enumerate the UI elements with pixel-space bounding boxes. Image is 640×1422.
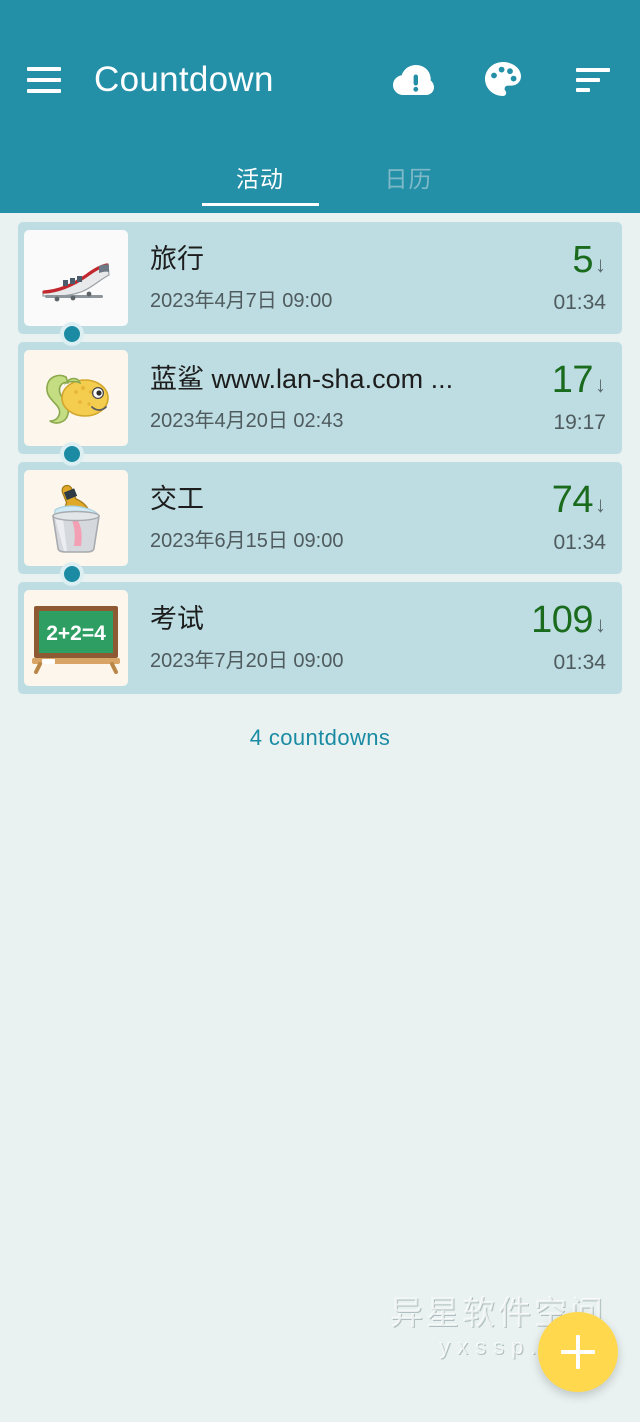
arrow-down-icon: ↓	[595, 492, 606, 517]
countdown-datetime: 2023年4月20日 02:43	[150, 410, 344, 433]
countdown-count-label: 4 countdowns	[249, 725, 391, 750]
countdown-days: 17	[551, 359, 594, 401]
champagne-bucket-emoji	[24, 470, 128, 566]
sort-bar	[576, 78, 600, 82]
countdown-time: 01:34	[553, 291, 606, 314]
countdown-list: 旅行 2023年4月7日 09:00 5 ↓ 01:34 蓝鲨 www.lan-…	[0, 213, 640, 751]
hamburger-menu-icon[interactable]	[20, 56, 68, 104]
arrow-down-icon: ↓	[595, 252, 606, 277]
countdown-list-item[interactable]: 旅行 2023年4月7日 09:00 5 ↓ 01:34	[18, 222, 622, 346]
timeline-dot	[60, 442, 84, 466]
countdown-remaining: 109 ↓ 01:34	[526, 601, 622, 675]
countdown-remaining: 17 ↓ 19:17	[526, 361, 622, 435]
palette-icon[interactable]	[478, 55, 528, 105]
countdown-datetime: 2023年4月7日 09:00	[150, 290, 333, 313]
plus-icon	[561, 1335, 595, 1369]
countdown-text-block: 交工 2023年6月15日 09:00	[128, 483, 526, 554]
countdown-days: 109	[531, 599, 593, 641]
countdown-title: 考试	[150, 603, 204, 634]
countdown-title: 交工	[150, 483, 204, 514]
countdown-text-block: 旅行 2023年4月7日 09:00	[128, 243, 526, 314]
countdown-datetime: 2023年7月20日 09:00	[150, 650, 344, 673]
countdown-text-block: 考试 2023年7月20日 09:00	[128, 603, 526, 674]
countdown-time: 01:34	[553, 531, 606, 554]
blackboard-emoji: 2+2=4	[24, 590, 128, 686]
countdown-text-block: 蓝鲨 www.lan-sha.com ... 2023年4月20日 02:43	[128, 363, 526, 434]
app-bar: Countdown 活动 日历	[0, 0, 640, 213]
app-bar-top-row: Countdown	[0, 0, 640, 160]
timeline-dot	[60, 562, 84, 586]
sort-icon[interactable]	[568, 55, 618, 105]
countdown-datetime: 2023年6月15日 09:00	[150, 530, 344, 553]
timeline-dot	[60, 322, 84, 346]
sort-bar	[576, 88, 590, 92]
tab-events[interactable]: 活动	[201, 160, 319, 206]
hamburger-bar	[27, 89, 61, 93]
tropical-fish-emoji	[24, 350, 128, 446]
tab-calendar[interactable]: 日历	[379, 160, 439, 206]
countdown-list-item[interactable]: 2+2=4 考试 2023年7月20日 09:00 109 ↓ 01:34	[18, 582, 622, 694]
app-bar-actions	[388, 55, 626, 105]
add-countdown-button[interactable]	[538, 1312, 618, 1392]
arrow-down-icon: ↓	[595, 612, 606, 637]
countdown-list-item[interactable]: 蓝鲨 www.lan-sha.com ... 2023年4月20日 02:43 …	[18, 342, 622, 466]
countdown-list-item[interactable]: 交工 2023年6月15日 09:00 74 ↓ 01:34	[18, 462, 622, 586]
arrow-down-icon: ↓	[595, 372, 606, 397]
page-title: Countdown	[94, 60, 274, 99]
sort-bar	[576, 68, 610, 72]
countdown-days: 5	[572, 239, 593, 281]
tab-bar: 活动 日历	[0, 160, 640, 213]
countdown-title: 旅行	[150, 243, 204, 274]
svg-text:2+2=4: 2+2=4	[46, 622, 106, 645]
countdown-days: 74	[551, 479, 594, 521]
countdown-time: 19:17	[553, 411, 606, 434]
countdown-remaining: 5 ↓ 01:34	[526, 241, 622, 315]
bullet-train-emoji	[24, 230, 128, 326]
hamburger-bar	[27, 67, 61, 71]
countdown-time: 01:34	[553, 651, 606, 674]
cloud-alert-icon[interactable]	[388, 55, 438, 105]
countdown-remaining: 74 ↓ 01:34	[526, 481, 622, 555]
hamburger-bar	[27, 78, 61, 82]
countdown-title: 蓝鲨 www.lan-sha.com ...	[150, 363, 454, 394]
